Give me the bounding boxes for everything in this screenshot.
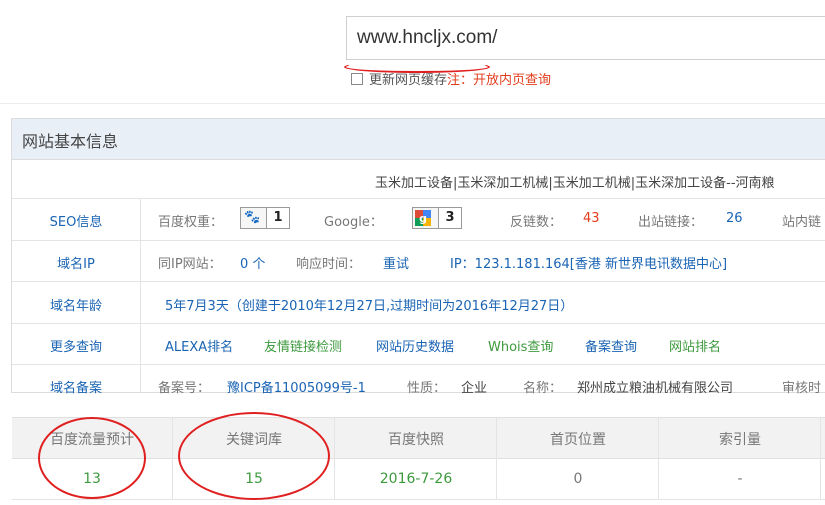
row-divider bbox=[12, 281, 825, 282]
stats-value-keyword-db[interactable]: 15 bbox=[174, 471, 334, 487]
ip-address-text[interactable]: IP：123.1.181.164[香港 新世界电讯数据中心] bbox=[450, 253, 727, 272]
google-pr-value: 3 bbox=[438, 208, 461, 228]
baidu-weight-value: 1 bbox=[266, 208, 289, 228]
stats-header-home-position: 首页位置 bbox=[550, 432, 606, 448]
row-label-icp[interactable]: 域名备案 bbox=[12, 377, 140, 396]
stats-value-baidu-traffic[interactable]: 13 bbox=[12, 471, 172, 487]
icp-record-value[interactable]: 豫ICP备11005099号-1 bbox=[227, 377, 366, 396]
link-alexa-rank[interactable]: ALEXA排名 bbox=[165, 336, 233, 355]
icp-nature-label: 性质： bbox=[407, 381, 447, 396]
row-label-domain-age[interactable]: 域名年龄 bbox=[12, 295, 140, 314]
outlinks-value[interactable]: 26 bbox=[726, 211, 743, 226]
row-label-more-queries[interactable]: 更多查询 bbox=[12, 336, 140, 355]
icp-record-label: 备案号： bbox=[158, 381, 211, 396]
stats-header-baidu-snapshot: 百度快照 bbox=[388, 432, 444, 448]
row-label-ip[interactable]: 域名IP bbox=[12, 253, 140, 272]
stats-column-divider bbox=[172, 418, 173, 499]
url-input[interactable] bbox=[357, 27, 817, 49]
stats-value-baidu-snapshot[interactable]: 2016-7-26 bbox=[336, 471, 496, 487]
same-ip-value[interactable]: 0 个 bbox=[240, 253, 265, 272]
icp-nature-value: 企业 bbox=[461, 381, 488, 396]
icp-audit-label: 审核时 bbox=[782, 381, 822, 396]
row-divider bbox=[12, 364, 825, 365]
outlinks-label: 出站链接： bbox=[638, 215, 704, 230]
stats-column-divider bbox=[496, 418, 497, 499]
stats-table-bottom-line bbox=[12, 499, 825, 500]
stats-header-keyword-db: 关键词库 bbox=[226, 432, 282, 448]
inlinks-label: 站内链 bbox=[782, 215, 822, 230]
stats-column-divider bbox=[658, 418, 659, 499]
icp-name-value: 郑州成立粮油机械有限公司 bbox=[577, 381, 734, 396]
svg-text:g: g bbox=[419, 212, 427, 225]
cache-option-row: 更新网页缓存注：开放内页查询 bbox=[351, 69, 551, 88]
update-cache-label: 更新网页缓存 bbox=[369, 73, 448, 88]
url-search-box[interactable] bbox=[346, 16, 825, 60]
retry-link[interactable]: 重试 bbox=[383, 253, 409, 272]
link-friend-link-check[interactable]: 友情链接检测 bbox=[264, 336, 342, 355]
domain-age-value: 5年7月3天（创建于2010年12月27日,过期时间为2016年12月27日） bbox=[165, 299, 574, 314]
row-divider bbox=[12, 323, 825, 324]
baidu-weight-badge[interactable]: 🐾 1 bbox=[240, 207, 290, 229]
google-pr-badge[interactable]: g 3 bbox=[412, 207, 462, 229]
panel-title: 网站基本信息 bbox=[22, 134, 119, 151]
baidu-weight-label: 百度权重： bbox=[158, 215, 224, 230]
link-site-history[interactable]: 网站历史数据 bbox=[376, 336, 454, 355]
stats-column-divider bbox=[334, 418, 335, 499]
stats-value-index-count: - bbox=[737, 471, 743, 487]
inner-page-note: 注：开放内页查询 bbox=[447, 73, 552, 88]
stats-header-baidu-traffic: 百度流量预计 bbox=[50, 432, 134, 448]
google-label: Google： bbox=[324, 215, 383, 230]
backlinks-label: 反链数： bbox=[510, 215, 563, 230]
stats-header-index-count: 索引量 bbox=[719, 432, 761, 448]
column-divider bbox=[140, 199, 141, 392]
baidu-paw-icon: 🐾 bbox=[244, 210, 261, 225]
link-whois[interactable]: Whois查询 bbox=[488, 336, 553, 355]
update-cache-checkbox[interactable] bbox=[351, 73, 363, 85]
icp-name-label: 名称： bbox=[523, 381, 563, 396]
row-label-seo[interactable]: SEO信息 bbox=[12, 211, 140, 230]
google-logo-icon: g bbox=[415, 210, 431, 226]
stats-column-divider bbox=[820, 418, 821, 499]
top-divider bbox=[0, 103, 825, 104]
response-time-label: 响应时间： bbox=[296, 257, 362, 272]
row-divider bbox=[12, 240, 825, 241]
link-icp-query[interactable]: 备案查询 bbox=[585, 336, 637, 355]
same-ip-label: 同IP网站： bbox=[158, 257, 222, 272]
site-title-text: 玉米加工设备|玉米深加工机械|玉米加工机械|玉米深加工设备--河南粮 bbox=[375, 176, 775, 191]
row-divider bbox=[12, 198, 825, 199]
stats-value-home-position: 0 bbox=[573, 471, 583, 487]
link-site-rank[interactable]: 网站排名 bbox=[669, 336, 721, 355]
backlinks-value[interactable]: 43 bbox=[583, 211, 600, 226]
panel-header bbox=[12, 119, 825, 160]
